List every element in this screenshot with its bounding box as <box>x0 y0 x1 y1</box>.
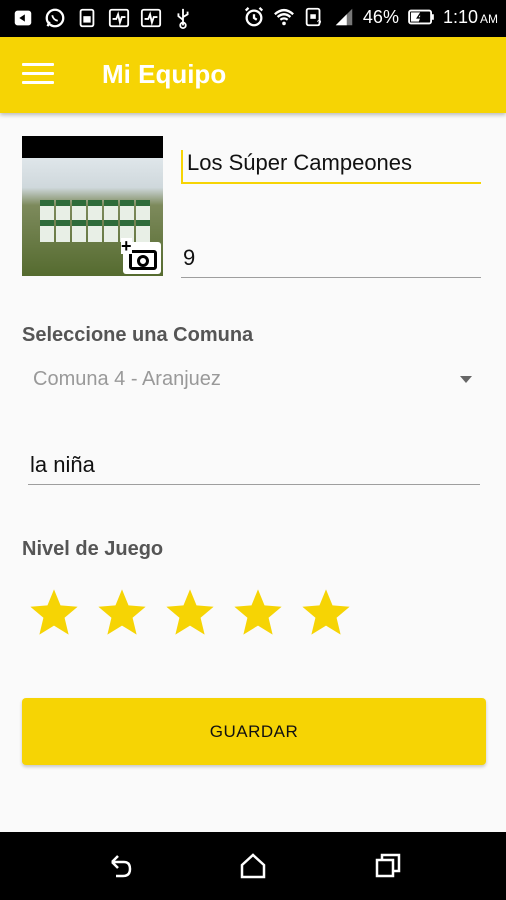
neighborhood-input[interactable] <box>28 452 480 484</box>
app-bar: Mi Equipo <box>0 37 506 113</box>
neighborhood-field[interactable] <box>28 452 480 485</box>
star-icon[interactable] <box>162 586 218 640</box>
star-icon[interactable] <box>298 586 354 640</box>
svg-text:?: ? <box>317 19 322 28</box>
save-button[interactable]: GUARDAR <box>22 698 486 765</box>
pulse-icon <box>108 8 130 28</box>
usb-icon <box>177 8 189 29</box>
level-rating[interactable] <box>26 586 354 640</box>
team-name-field[interactable] <box>181 150 481 184</box>
team-name-input[interactable] <box>181 150 481 182</box>
comuna-select[interactable]: Comuna 4 - Aranjuez <box>22 362 482 398</box>
back-icon[interactable] <box>104 850 136 882</box>
data-icon: ? <box>305 7 322 28</box>
clock-hours: 1:10 <box>442 6 478 27</box>
pulse-icon <box>140 8 162 28</box>
recents-icon[interactable] <box>372 850 404 882</box>
navigation-bar <box>0 832 506 900</box>
level-label: Nivel de Juego <box>22 538 164 560</box>
star-icon[interactable] <box>26 586 82 640</box>
players-field[interactable] <box>181 245 481 278</box>
alarm-icon <box>244 7 263 27</box>
battery-icon <box>408 9 434 25</box>
hamburger-menu-icon[interactable] <box>22 63 54 87</box>
status-bar: ? 46% 1:10 AM <box>0 0 506 37</box>
signal-icon <box>335 8 353 26</box>
sim-icon <box>79 8 95 28</box>
clock-time: 1:10 AM <box>443 7 498 28</box>
page-title: Mi Equipo <box>102 59 227 89</box>
add-photo-camera-icon[interactable]: + <box>121 237 161 274</box>
star-icon[interactable] <box>230 586 286 640</box>
back-notification-icon <box>14 10 32 26</box>
players-input[interactable] <box>181 245 481 277</box>
home-icon[interactable] <box>237 850 269 882</box>
battery-percent: 46% <box>362 6 399 27</box>
star-icon[interactable] <box>94 586 150 640</box>
wifi-icon <box>273 8 294 26</box>
comuna-selected-value: Comuna 4 - Aranjuez <box>33 368 221 390</box>
dropdown-arrow-icon[interactable] <box>460 376 472 383</box>
clock-ampm: AM <box>480 11 498 26</box>
whatsapp-icon <box>45 8 65 28</box>
team-photo[interactable]: + <box>22 136 163 276</box>
comuna-label: Seleccione una Comuna <box>22 324 254 346</box>
